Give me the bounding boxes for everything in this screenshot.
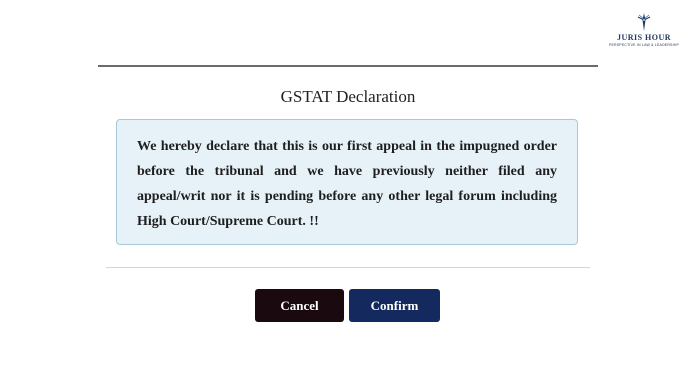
juris-hour-logo: JURIS HOUR PERSPECTIVE IN LAW & LEADERSH… [600,12,688,47]
confirm-button[interactable]: Confirm [349,289,440,322]
dialog-divider [106,267,590,268]
dialog-top-rule [98,65,598,67]
logo-title: JURIS HOUR [616,33,672,42]
page: JURIS HOUR PERSPECTIVE IN LAW & LEADERSH… [0,0,696,392]
logo-tagline: PERSPECTIVE IN LAW & LEADERSHIP [608,43,680,47]
cancel-button[interactable]: Cancel [255,289,344,322]
declaration-text: We hereby declare that this is our first… [137,139,557,229]
gstat-declaration-dialog: GSTAT Declaration We hereby declare that… [98,65,598,345]
dialog-title: GSTAT Declaration [280,87,416,106]
declaration-box: We hereby declare that this is our first… [116,119,578,245]
lighthouse-pen-icon [637,13,651,31]
